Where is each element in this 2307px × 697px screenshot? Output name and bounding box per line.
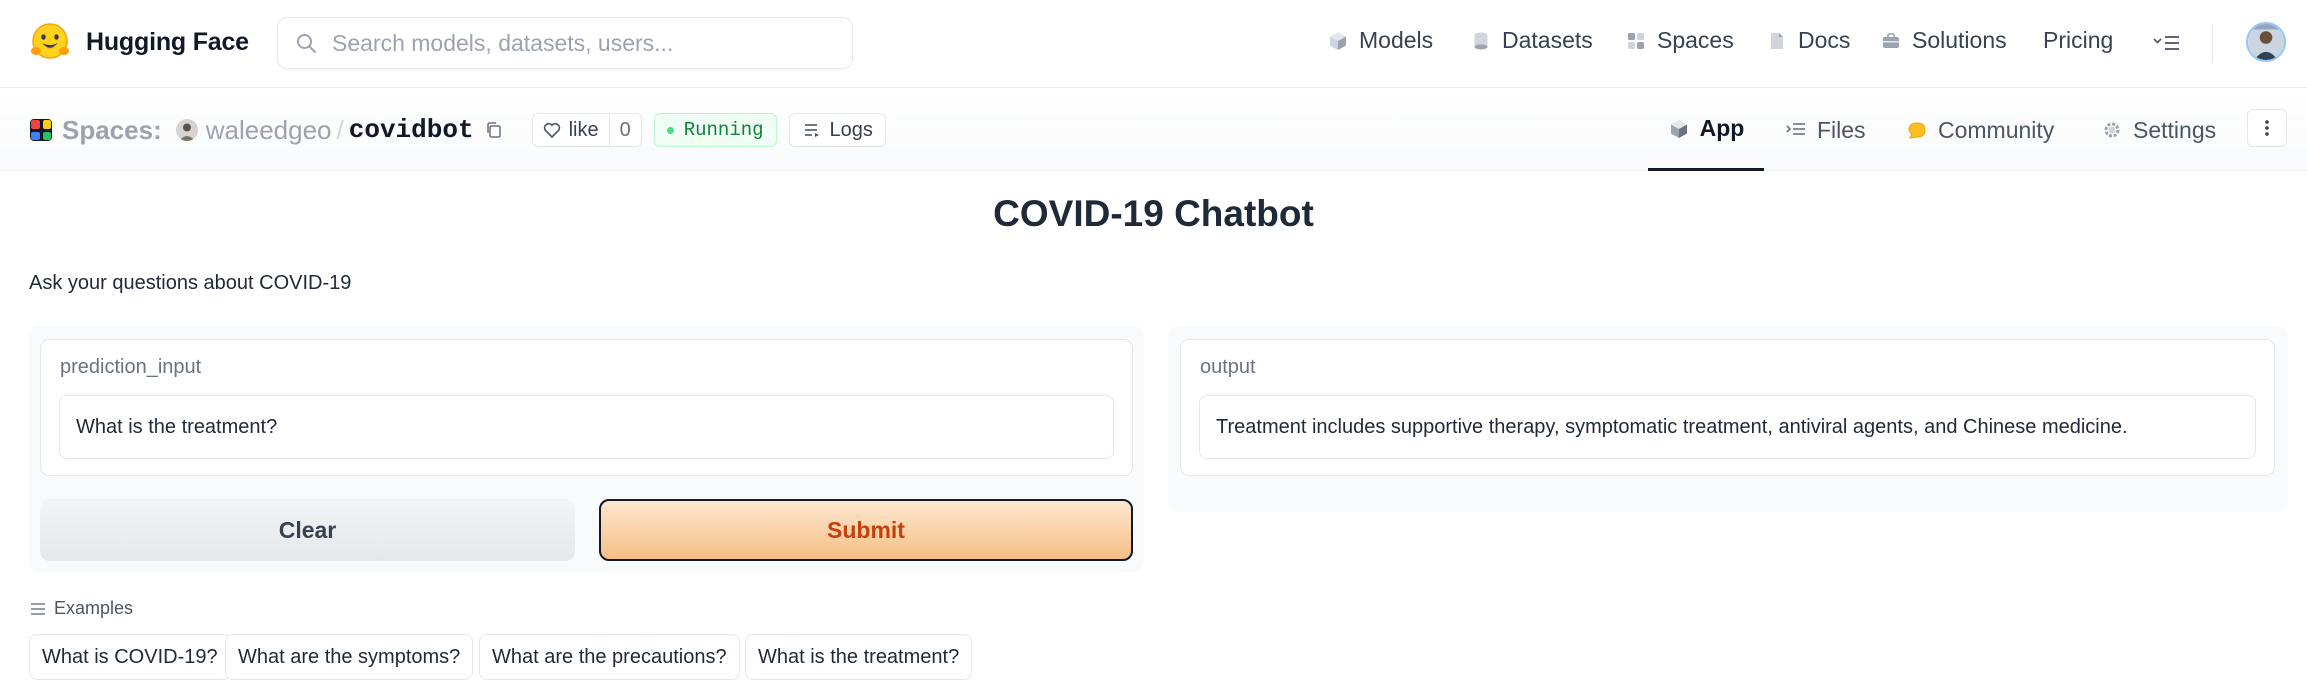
nav-spaces-label: Spaces bbox=[1657, 27, 1734, 53]
nav-models-label: Models bbox=[1359, 27, 1434, 53]
home-logo-link[interactable]: Hugging Face bbox=[28, 20, 249, 64]
brand-name: Hugging Face bbox=[86, 27, 249, 56]
nav-datasets[interactable]: Datasets bbox=[1470, 27, 1593, 54]
space-breadcrumb: Spaces: waleedgeo / covidbot like 0 Runn… bbox=[30, 111, 886, 149]
tab-app[interactable]: App bbox=[1648, 89, 1764, 171]
tab-community[interactable]: Community bbox=[1906, 89, 2054, 171]
tab-files[interactable]: Files bbox=[1785, 89, 1866, 171]
user-avatar-image bbox=[2248, 24, 2284, 60]
nav-docs-label: Docs bbox=[1798, 27, 1851, 53]
output-label: output bbox=[1200, 356, 1256, 378]
examples-header: Examples bbox=[29, 598, 133, 619]
logs-label: Logs bbox=[829, 118, 873, 141]
search-input[interactable] bbox=[330, 28, 830, 58]
examples-label: Examples bbox=[54, 598, 134, 618]
nav-docs[interactable]: Docs bbox=[1766, 27, 1850, 54]
tab-settings-label: Settings bbox=[2133, 116, 2217, 143]
kebab-menu-icon bbox=[2265, 120, 2269, 136]
space-header: Spaces: waleedgeo / covidbot like 0 Runn… bbox=[0, 89, 2307, 171]
app-description: Ask your questions about COVID-19 bbox=[29, 272, 352, 294]
breadcrumb-separator: / bbox=[336, 114, 344, 145]
submit-button[interactable]: Submit bbox=[599, 499, 1133, 561]
status-dot-icon bbox=[666, 126, 674, 134]
tab-files-label: Files bbox=[1817, 116, 1866, 143]
logs-icon bbox=[804, 124, 819, 137]
output-textbox[interactable]: Treatment includes supportive therapy, s… bbox=[1199, 395, 2256, 459]
like-label: like bbox=[568, 118, 599, 141]
output-value: Treatment includes supportive therapy, s… bbox=[1216, 415, 2128, 438]
like-count[interactable]: 0 bbox=[610, 119, 641, 142]
app-cube-icon bbox=[1670, 119, 1687, 138]
example-button[interactable]: What are the symptoms? bbox=[225, 634, 474, 680]
example-button[interactable]: What is COVID-19? bbox=[29, 634, 231, 680]
top-navigation: Hugging Face Models Datasets Spac bbox=[0, 0, 2307, 88]
tab-settings[interactable]: Settings bbox=[2101, 89, 2216, 171]
owner-link[interactable]: waleedgeo bbox=[206, 115, 332, 146]
status-text: Running bbox=[683, 119, 764, 141]
repo-name-link[interactable]: covidbot bbox=[349, 115, 474, 145]
like-button[interactable]: like bbox=[533, 114, 610, 146]
cube-icon bbox=[1330, 31, 1346, 50]
gear-icon bbox=[2104, 122, 2120, 138]
search-box[interactable] bbox=[277, 17, 853, 69]
owner-avatar bbox=[175, 119, 198, 141]
status-badge: Running bbox=[653, 113, 777, 147]
tab-app-label: App bbox=[1699, 115, 1745, 141]
nav-solutions-label: Solutions bbox=[1912, 27, 2007, 53]
output-block: output Treatment includes supportive the… bbox=[1180, 339, 2275, 476]
more-menu-icon[interactable] bbox=[2152, 30, 2182, 56]
prediction-input-label: prediction_input bbox=[60, 356, 202, 378]
spaces-logo-icon bbox=[30, 119, 52, 141]
nav-spaces[interactable]: Spaces bbox=[1625, 27, 1734, 54]
nav-divider bbox=[2212, 24, 2213, 62]
tab-community-label: Community bbox=[1938, 116, 2055, 143]
nav-models[interactable]: Models bbox=[1327, 27, 1433, 54]
user-avatar[interactable] bbox=[2246, 22, 2286, 62]
list-icon bbox=[31, 602, 45, 615]
grid-icon bbox=[1628, 32, 1644, 49]
logs-button[interactable]: Logs bbox=[788, 113, 886, 147]
nav-pricing[interactable]: Pricing bbox=[2043, 27, 2113, 54]
app-title: COVID-19 Chatbot bbox=[993, 193, 1314, 234]
heart-icon bbox=[543, 122, 560, 139]
nav-pricing-label: Pricing bbox=[2043, 27, 2114, 53]
example-button[interactable]: What are the precautions? bbox=[479, 634, 740, 680]
spaces-link[interactable]: Spaces: bbox=[62, 115, 162, 146]
owner-avatar-image bbox=[175, 119, 198, 141]
doc-icon bbox=[1771, 32, 1783, 49]
nav-solutions[interactable]: Solutions bbox=[1880, 27, 2007, 54]
files-icon bbox=[1786, 123, 1805, 135]
clear-button[interactable]: Clear bbox=[40, 499, 575, 561]
space-options-button[interactable] bbox=[2247, 109, 2287, 147]
prediction-input-value: What is the treatment? bbox=[76, 415, 278, 438]
nav-datasets-label: Datasets bbox=[1502, 27, 1593, 53]
community-icon bbox=[1908, 122, 1926, 139]
like-button-group: like 0 bbox=[531, 113, 642, 147]
database-icon bbox=[1474, 32, 1488, 49]
briefcase-icon bbox=[1883, 32, 1899, 48]
prediction-input-block: prediction_input What is the treatment? bbox=[40, 339, 1133, 476]
hugging-face-logo-icon bbox=[31, 23, 69, 59]
example-button[interactable]: What is the treatment? bbox=[745, 634, 973, 680]
copy-icon[interactable] bbox=[484, 120, 504, 140]
search-icon bbox=[297, 34, 316, 53]
prediction-input-textbox[interactable]: What is the treatment? bbox=[59, 395, 1114, 459]
